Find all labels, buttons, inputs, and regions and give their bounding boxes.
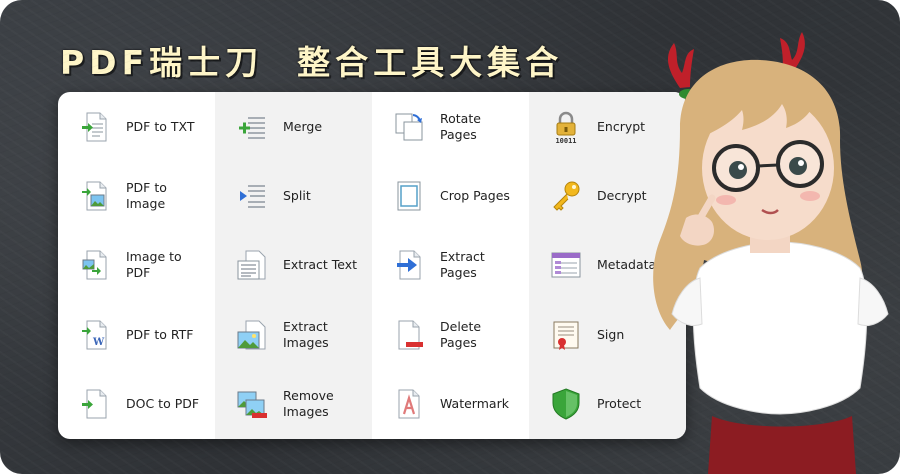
white-blouse xyxy=(692,241,868,415)
title-part-1: PDF瑞士刀 xyxy=(60,43,264,82)
antler-left xyxy=(667,43,694,88)
merge-icon xyxy=(235,110,269,144)
tool-label: Split xyxy=(283,188,311,204)
tool-column-pages: Rotate Pages Crop Pages Extract Pages De… xyxy=(372,92,529,439)
tool-extract-images[interactable]: Extract Images xyxy=(215,300,372,369)
eye-right xyxy=(789,157,807,175)
svg-text:W: W xyxy=(92,337,105,348)
pdf-to-rtf-icon: W xyxy=(78,318,112,352)
tool-extract-pages[interactable]: Extract Pages xyxy=(372,231,529,300)
extract-images-icon xyxy=(235,318,269,352)
tool-extract-text[interactable]: Extract Text xyxy=(215,231,372,300)
tool-label: PDF to TXT xyxy=(126,118,195,134)
doc-to-pdf-icon xyxy=(78,387,112,421)
title-part-2: 整合工具大集合 xyxy=(297,43,564,82)
tool-label: Crop Pages xyxy=(440,188,510,204)
tool-label: DOC to PDF xyxy=(126,396,200,412)
tool-split[interactable]: Split xyxy=(215,161,372,230)
tool-doc-to-pdf[interactable]: DOC to PDF xyxy=(58,370,215,439)
tool-column-conversion: PDF to TXT PDF to Image Image to PDF W P… xyxy=(58,92,215,439)
tool-pdf-to-image[interactable]: PDF to Image xyxy=(58,161,215,230)
tool-label: Rotate Pages xyxy=(440,110,481,142)
image-to-pdf-icon xyxy=(78,248,112,282)
padlock-icon: 10011 xyxy=(549,110,583,144)
tool-label: Encrypt xyxy=(597,118,646,134)
blush xyxy=(800,191,820,201)
tool-crop-pages[interactable]: Crop Pages xyxy=(372,161,529,230)
rotate-pages-icon xyxy=(392,110,426,144)
shield-icon xyxy=(549,387,583,421)
pdf-to-image-icon xyxy=(78,179,112,213)
tool-label: Remove Images xyxy=(283,388,334,420)
tool-label: Extract Text xyxy=(283,257,358,273)
eye-left xyxy=(729,161,747,179)
tool-label: Protect xyxy=(597,396,642,412)
tool-image-to-pdf[interactable]: Image to PDF xyxy=(58,231,215,300)
eye-highlight xyxy=(738,164,744,170)
tool-label: Extract Images xyxy=(283,318,329,350)
extract-text-icon xyxy=(235,248,269,282)
crop-pages-icon xyxy=(392,179,426,213)
pdf-to-txt-icon xyxy=(78,110,112,144)
tool-column-content: Merge Split Extract Text Extract Images xyxy=(215,92,372,439)
tool-rotate-pages[interactable]: Rotate Pages xyxy=(372,92,529,161)
delete-pages-icon xyxy=(392,318,426,352)
tool-remove-images[interactable]: Remove Images xyxy=(215,370,372,439)
page-title: PDF瑞士刀 整合工具大集合 xyxy=(60,36,563,84)
tool-label: Extract Pages xyxy=(440,249,485,281)
split-icon xyxy=(235,179,269,213)
tool-pdf-to-rtf[interactable]: W PDF to RTF xyxy=(58,300,215,369)
tool-label: Delete Pages xyxy=(440,318,482,350)
tools-panel: PDF to TXT PDF to Image Image to PDF W P… xyxy=(58,92,686,439)
blush xyxy=(716,195,736,205)
tool-watermark[interactable]: Watermark xyxy=(372,370,529,439)
tool-label: Merge xyxy=(283,118,323,134)
key-icon xyxy=(549,179,583,213)
extract-pages-icon xyxy=(392,248,426,282)
mascot-girl-illustration xyxy=(653,32,889,474)
blouse-sleeve xyxy=(857,277,889,327)
tool-label: Image to PDF xyxy=(126,249,182,281)
glasses-bridge xyxy=(757,163,779,168)
tool-label: Sign xyxy=(597,326,625,342)
tool-delete-pages[interactable]: Delete Pages xyxy=(372,300,529,369)
tool-merge[interactable]: Merge xyxy=(215,92,372,161)
eye-highlight xyxy=(798,160,804,166)
chalkboard-background: PDF瑞士刀整合工具大集合 PDF to TXT PDF to Image I xyxy=(0,0,900,474)
watermark-icon xyxy=(392,387,426,421)
certificate-icon xyxy=(549,318,583,352)
metadata-icon xyxy=(549,248,583,282)
remove-images-icon xyxy=(235,387,269,421)
tool-label: PDF to RTF xyxy=(126,326,194,342)
encrypt-bits-text: 10011 xyxy=(555,137,576,144)
red-shorts xyxy=(708,416,856,474)
tool-label: PDF to Image xyxy=(126,180,167,212)
tool-pdf-to-txt[interactable]: PDF to TXT xyxy=(58,92,215,161)
tool-label: Watermark xyxy=(440,396,509,412)
